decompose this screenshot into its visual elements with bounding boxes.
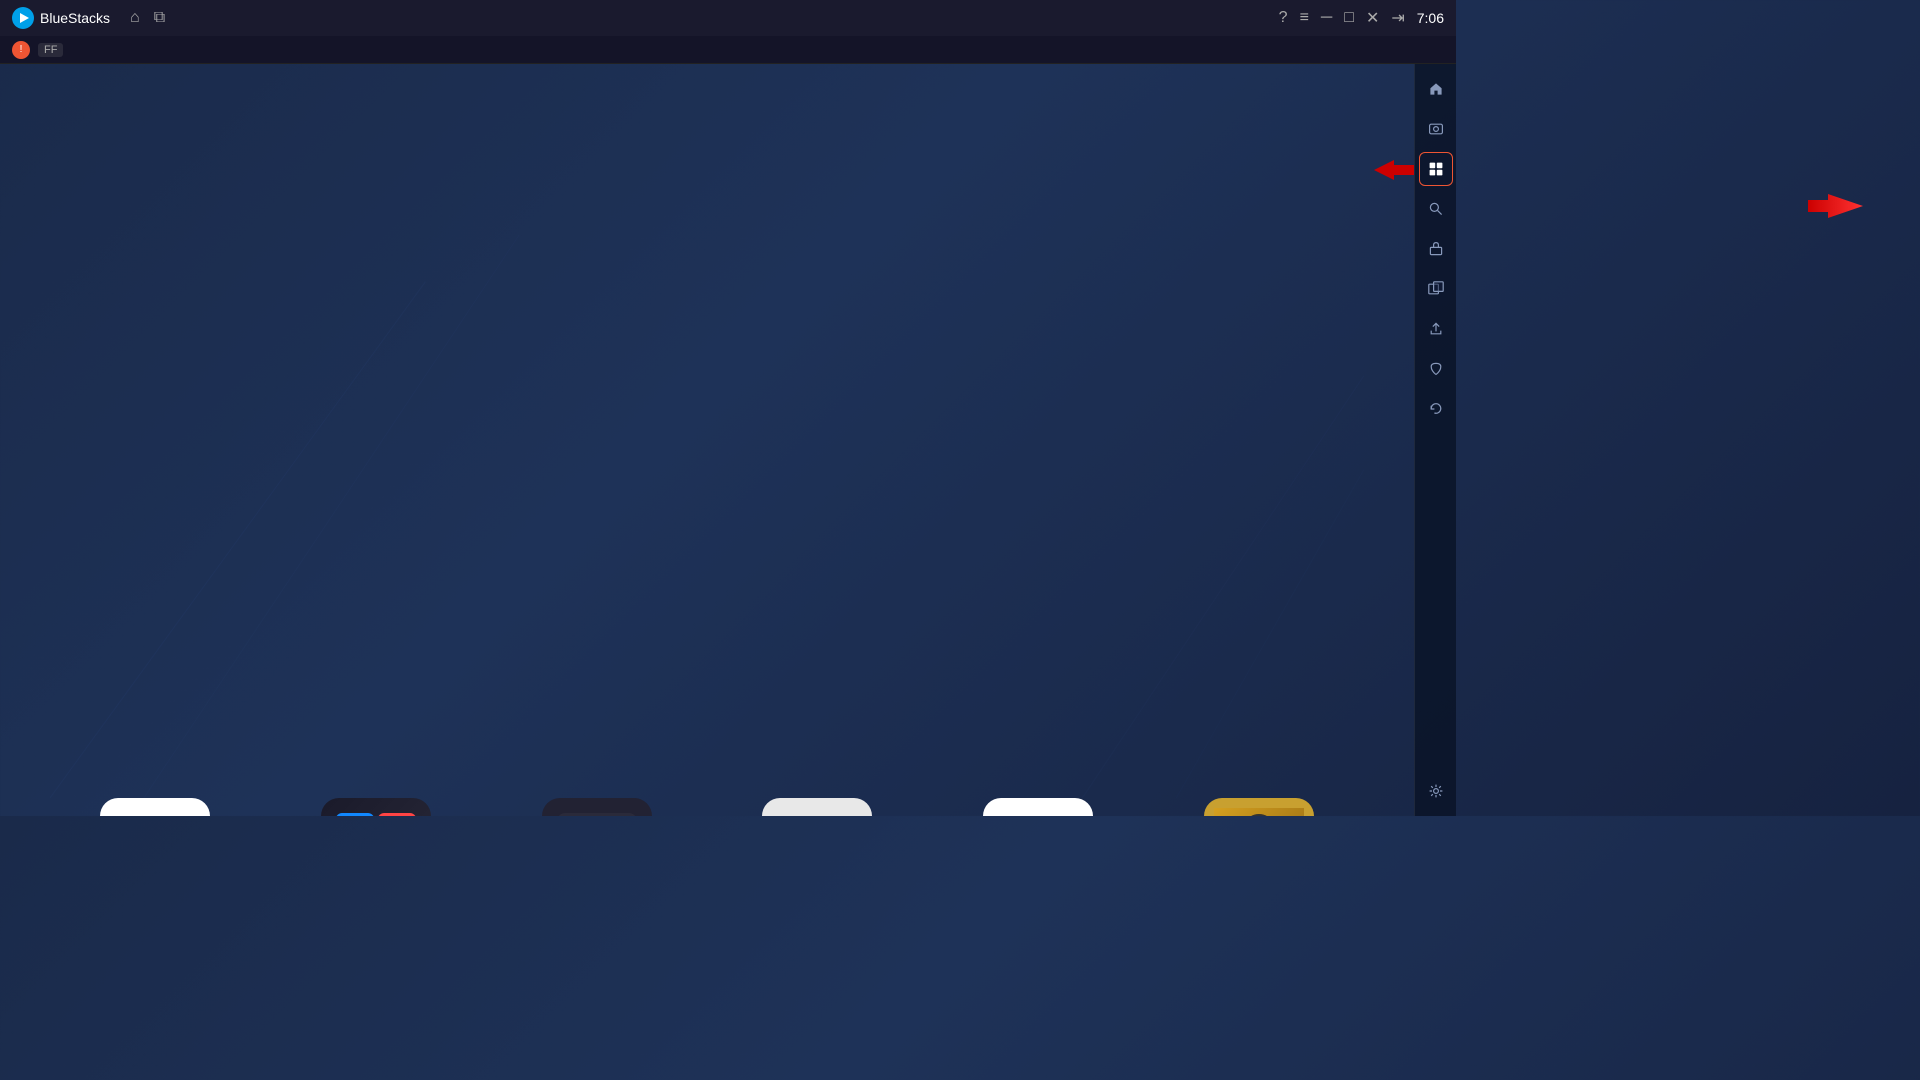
app-logo: BlueStacks — [12, 7, 110, 29]
sidebar-macro-icon[interactable] — [1419, 232, 1453, 266]
app-system-apps[interactable]: ⚙ System apps — [491, 798, 702, 816]
app-battlegrounds[interactable]: Battlegrounds India — [1153, 798, 1364, 816]
hamburger-icon[interactable]: ≡ — [1300, 9, 1309, 27]
close-icon[interactable]: ✕ — [1366, 8, 1379, 28]
play-store-icon — [100, 798, 210, 816]
minimize-icon[interactable]: ─ — [1321, 9, 1332, 27]
app-game-center[interactable]: ✕ ✕ Game Center — [271, 798, 482, 816]
app-play-win[interactable]: Play & Win — [712, 798, 923, 816]
sidebar-toggle-icon[interactable]: ⇥ — [1391, 8, 1404, 28]
sidebar-screenshot-icon[interactable] — [1419, 112, 1453, 146]
right-sidebar — [1414, 64, 1456, 816]
content-area: Play Store ✕ ✕ — [0, 64, 1414, 816]
sidebar-layout-icon[interactable] — [1419, 152, 1453, 186]
title-bar: BlueStacks ⌂ ⧉ ? ≡ ─ □ ✕ ⇥ 7:06 — [0, 0, 1456, 36]
app-bluestacks-x[interactable]: BlueStacks X — [933, 798, 1144, 816]
red-arrow-sidebar — [1808, 192, 1878, 220]
home-icon[interactable]: ⌂ — [130, 9, 140, 27]
warning-icon: ! — [12, 41, 30, 59]
title-bar-controls: ? ≡ ─ □ ✕ ⇥ 7:06 — [1279, 8, 1444, 28]
copy-icon[interactable]: ⧉ — [154, 9, 165, 27]
sidebar-eco-icon[interactable] — [1419, 352, 1453, 386]
system-apps-icon: ⚙ — [542, 798, 652, 816]
help-icon[interactable]: ? — [1279, 9, 1288, 27]
bluestacks-logo-icon — [12, 7, 34, 29]
sidebar-export-icon[interactable] — [1419, 312, 1453, 346]
sidebar-settings-icon[interactable] — [1419, 774, 1453, 808]
sidebar-refresh-icon[interactable] — [1419, 392, 1453, 426]
play-win-icon — [762, 798, 872, 816]
main-layout: Play Store ✕ ✕ — [0, 64, 1456, 816]
background-decoration — [50, 94, 1364, 798]
bluestacks-x-icon — [983, 798, 1093, 816]
ff-tag: FF — [38, 43, 63, 57]
app-play-store[interactable]: Play Store — [50, 798, 261, 816]
app-title: BlueStacks — [40, 10, 110, 26]
sidebar-multi-instance-icon[interactable] — [1419, 272, 1453, 306]
sidebar-home-icon[interactable] — [1419, 72, 1453, 106]
battlegrounds-icon — [1204, 798, 1314, 816]
title-nav-icons: ⌂ ⧉ — [130, 9, 165, 27]
time-display: 7:06 — [1417, 10, 1444, 26]
game-center-icon: ✕ ✕ — [321, 798, 431, 816]
app-grid-row1: Play Store ✕ ✕ — [50, 798, 1364, 816]
restore-icon[interactable]: □ — [1344, 9, 1354, 27]
notification-bar: ! FF — [0, 36, 1456, 64]
sidebar-search-icon[interactable] — [1419, 192, 1453, 226]
